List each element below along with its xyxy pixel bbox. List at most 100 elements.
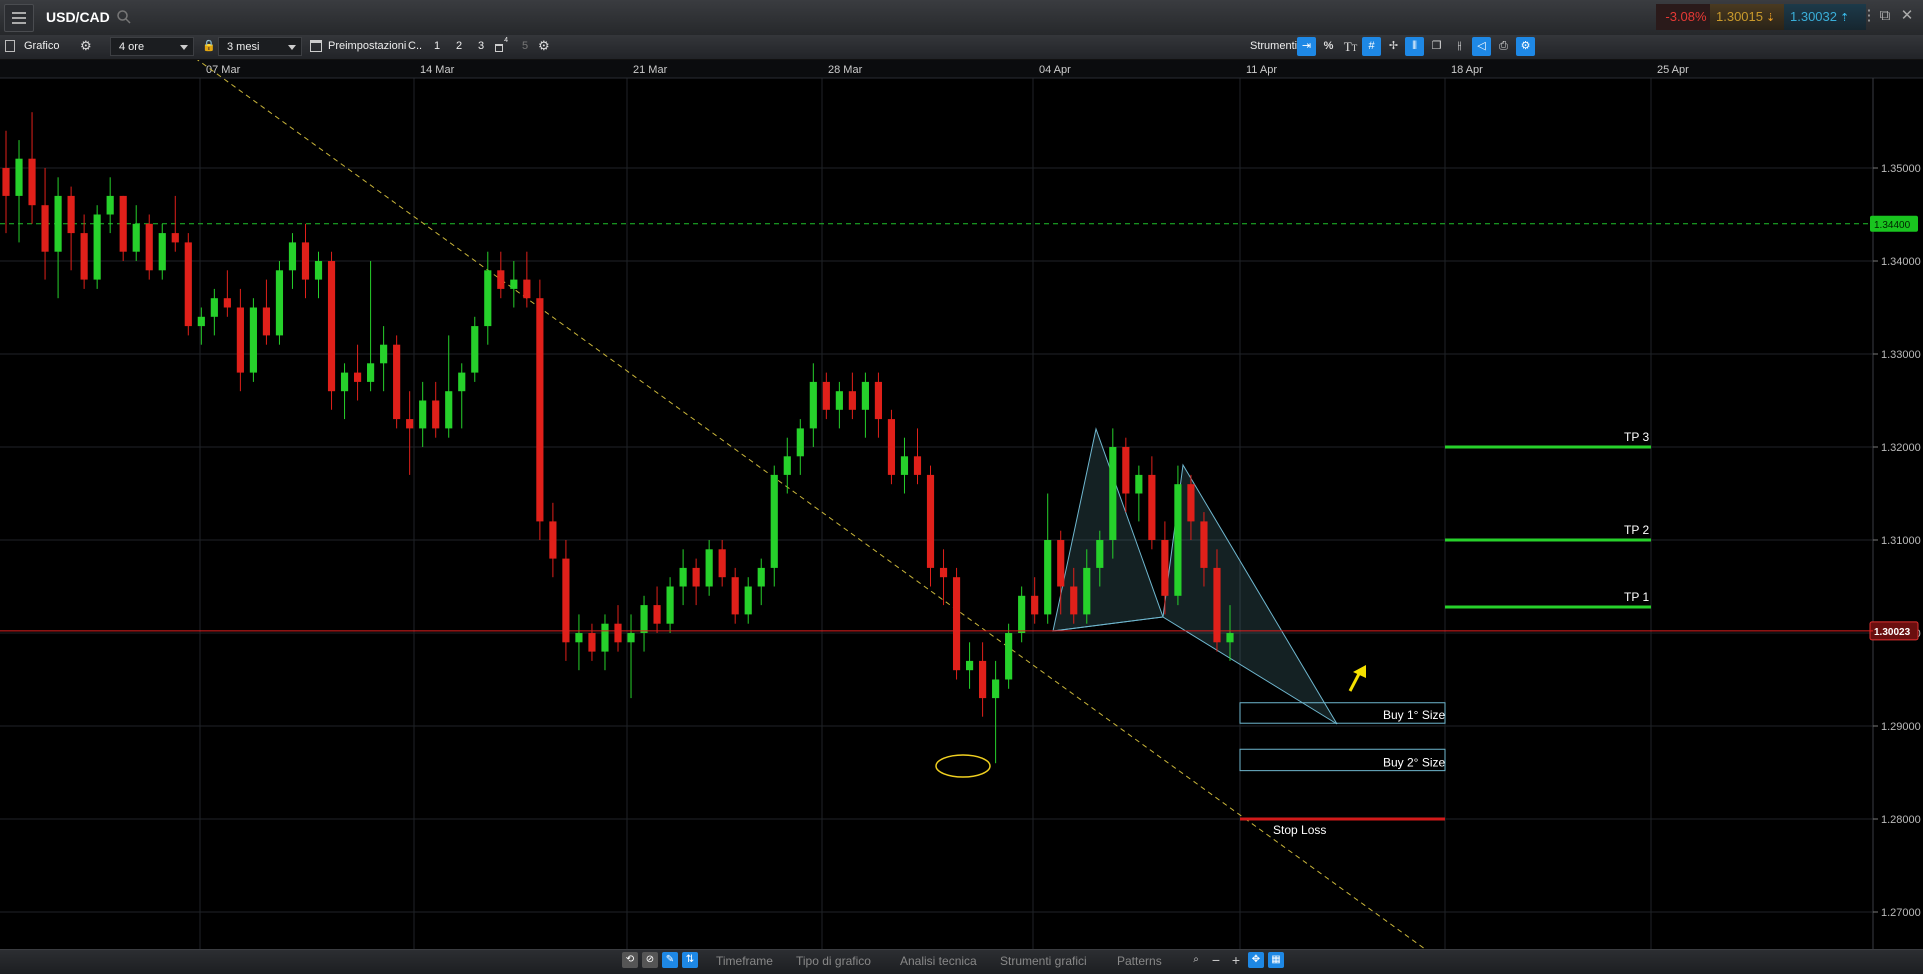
candle-body <box>926 474 935 568</box>
interval-select[interactable]: 4 ore <box>110 37 194 56</box>
symbol-label: USD/CAD <box>46 9 110 25</box>
pencil-icon[interactable]: ✎ <box>662 952 678 968</box>
chart-drawings <box>0 60 1873 949</box>
crosshair-tool-icon[interactable]: ✢ <box>1384 37 1403 56</box>
zoom-in-icon[interactable]: + <box>1228 952 1244 968</box>
presets-label: Preimpostazioni <box>328 40 407 52</box>
grid-tool-icon[interactable]: # <box>1362 37 1381 56</box>
x-tick-label: 11 Apr <box>1246 64 1277 76</box>
settings-icon[interactable]: ⚙ <box>80 39 94 53</box>
resistance-level-label: 1.34400 <box>1874 220 1911 231</box>
stop-loss-label: Stop Loss <box>1273 823 1326 837</box>
candle-body <box>210 298 218 317</box>
candle-body <box>145 223 153 271</box>
bid-price[interactable]: 1.30015 ⇣ <box>1710 4 1792 30</box>
candle-body <box>497 270 505 289</box>
y-tick-label: 1.34000 <box>1881 256 1921 268</box>
candle-body <box>380 344 388 364</box>
compare-tool-icon[interactable]: ❐ <box>1427 37 1446 56</box>
detach-window-icon[interactable]: ⧉ <box>1874 5 1896 27</box>
candle-body <box>171 233 179 243</box>
calendar-range-icon[interactable]: ▦ <box>1268 952 1284 968</box>
harmonic-triangle-xab <box>1052 427 1164 632</box>
settings-tool-icon[interactable]: ⚙ <box>1516 37 1535 56</box>
candle-body <box>705 549 713 587</box>
candle-body <box>601 623 609 652</box>
zoom-out-icon[interactable]: − <box>1208 952 1224 968</box>
candle-body <box>184 242 192 327</box>
candle-body <box>1122 447 1130 494</box>
text-tool-icon[interactable]: TT <box>1341 37 1360 56</box>
preset-4-calendar-icon <box>495 44 503 52</box>
cursor-tool-icon[interactable]: ⇥ <box>1297 37 1316 56</box>
candle-body <box>718 549 726 578</box>
tag-tool-icon[interactable]: ◁ <box>1472 37 1491 56</box>
candle-body <box>249 307 257 373</box>
lock-icon[interactable]: 🔒 <box>202 39 216 53</box>
candle-body <box>679 567 687 587</box>
preset-c[interactable]: C.. <box>408 40 422 52</box>
candle-body <box>744 586 752 615</box>
fit-icon[interactable]: ✥ <box>1248 952 1264 968</box>
candle-body <box>223 298 231 308</box>
candle-body <box>913 456 922 475</box>
candle-body <box>640 605 648 633</box>
candle-tool-icon[interactable]: ⫴ <box>1405 37 1424 56</box>
tab-tipo-di-grafico[interactable]: Tipo di grafico <box>784 952 883 970</box>
candle-body <box>15 158 23 196</box>
candle-body <box>979 660 987 699</box>
candle-body <box>614 623 622 643</box>
menu-icon[interactable] <box>4 4 34 32</box>
candle-body <box>2 168 10 196</box>
preset-5[interactable]: 5 <box>516 37 534 56</box>
indicator-tool-icon[interactable]: ⫲ <box>1450 37 1469 56</box>
candle-body <box>809 381 817 429</box>
close-icon[interactable]: ✕ <box>1896 5 1918 27</box>
candle-body <box>484 270 492 327</box>
y-tick-label: 1.31000 <box>1881 535 1921 547</box>
preset-1[interactable]: 1 <box>428 37 446 56</box>
current-price-label: 1.30023 <box>1874 627 1911 638</box>
candle-body <box>900 456 909 475</box>
y-tick-label: 1.27000 <box>1881 907 1921 919</box>
percent-tool-icon[interactable]: % <box>1319 37 1338 56</box>
candle-body <box>731 577 739 615</box>
candlestick-series <box>2 112 1234 764</box>
candle-body <box>510 279 518 289</box>
candle-body <box>353 372 362 382</box>
preset-3[interactable]: 3 <box>472 37 490 56</box>
search-icon[interactable] <box>116 9 132 25</box>
hide-icon[interactable]: ⊘ <box>642 952 658 968</box>
candle-body <box>588 633 596 652</box>
x-tick-label: 18 Apr <box>1451 64 1483 76</box>
candle-body <box>861 381 869 410</box>
y-axis: 1.35000 1.34000 1.33000 1.32000 1.31000 1.300… <box>1869 78 1921 949</box>
preset-2[interactable]: 2 <box>450 37 468 56</box>
range-select-value: 3 mesi <box>227 41 260 53</box>
tab-timeframe[interactable]: Timeframe <box>704 952 785 970</box>
tab-analisi-tecnica[interactable]: Analisi tecnica <box>888 952 989 970</box>
candle-body <box>132 223 140 252</box>
preset-4[interactable]: 4 <box>492 37 510 56</box>
y-tick-label: 1.33000 <box>1881 349 1921 361</box>
candle-body <box>80 233 88 280</box>
chart-label[interactable]: Grafico <box>24 40 59 52</box>
entry-zone-label: Buy 1° Size <box>1383 708 1445 722</box>
chart-type-icon[interactable] <box>5 40 15 52</box>
candle-body <box>393 344 401 420</box>
candle-body <box>965 660 974 671</box>
presets-settings-icon[interactable]: ⚙ <box>538 39 552 53</box>
calendar-icon[interactable] <box>310 40 322 52</box>
tab-strumenti-grafici[interactable]: Strumenti grafici <box>988 952 1099 970</box>
candle-body <box>458 372 466 392</box>
zoom-search-icon[interactable]: ⌕ <box>1188 952 1204 968</box>
sort-icon[interactable]: ⇅ <box>682 952 698 968</box>
ask-price[interactable]: 1.30032 ⇡ <box>1784 4 1866 30</box>
range-select[interactable]: 3 mesi <box>218 37 302 56</box>
price-chart[interactable]: 07 Mar 14 Mar 21 Mar 28 Mar 04 Apr 11 Apr 18 A… <box>0 60 1923 949</box>
tab-patterns[interactable]: Patterns <box>1105 952 1174 970</box>
print-icon[interactable]: ⎙ <box>1494 37 1513 56</box>
preset-4-label: 4 <box>504 37 508 44</box>
reset-icon[interactable]: ⟲ <box>622 952 638 968</box>
entry-zone-label: Buy 2° Size <box>1383 756 1445 770</box>
